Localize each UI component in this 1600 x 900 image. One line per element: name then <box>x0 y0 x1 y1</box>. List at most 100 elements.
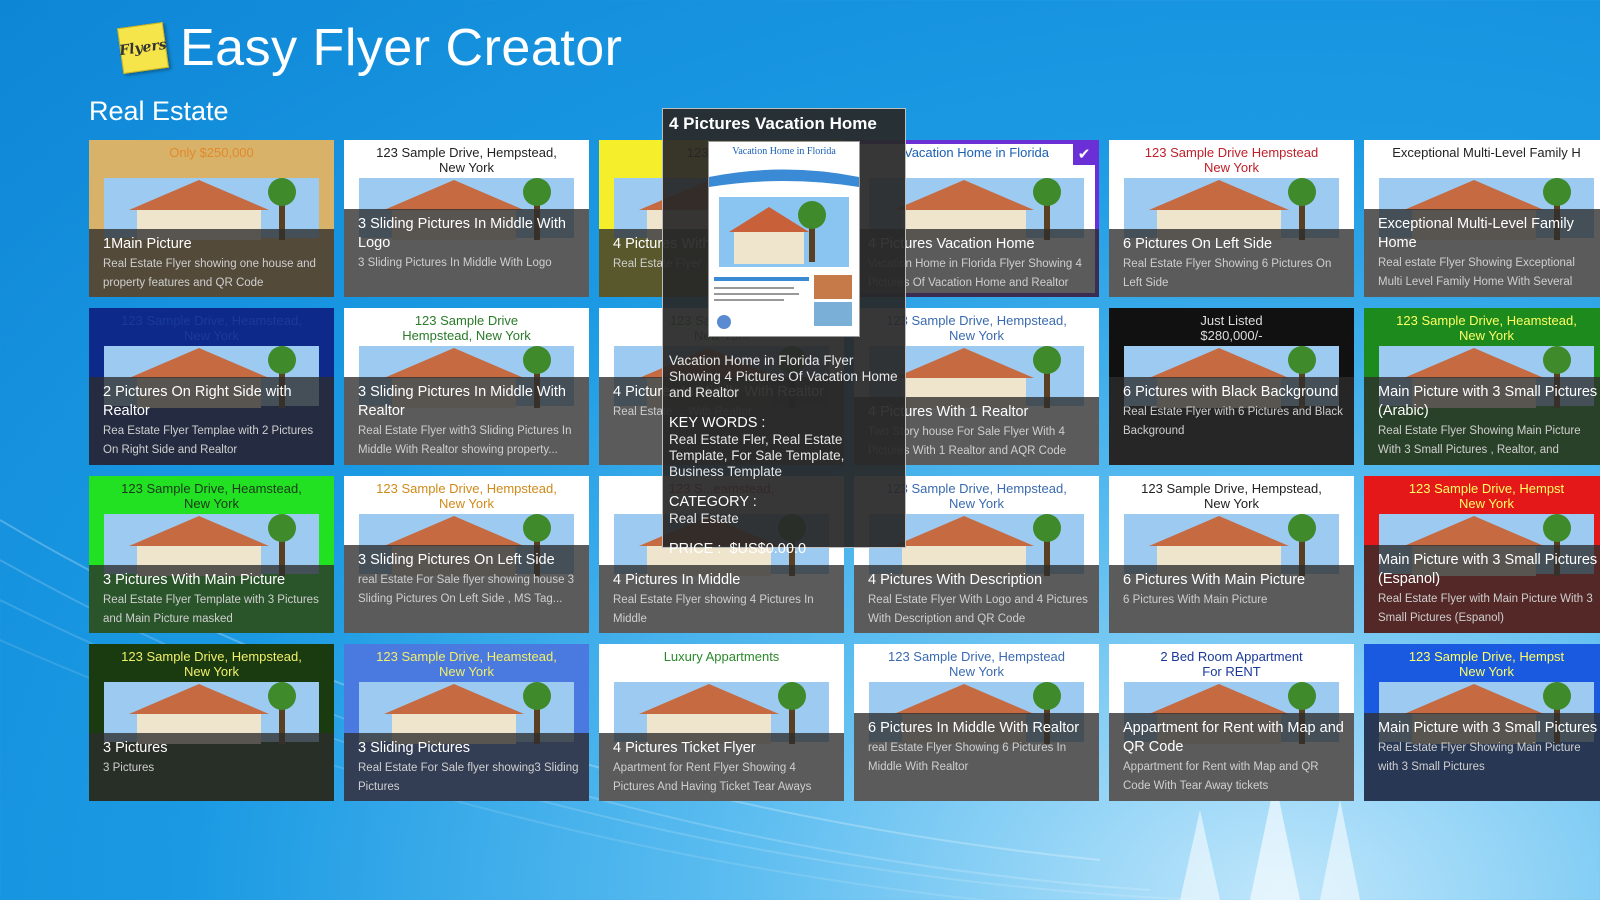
tile-title: Main Picture with 3 Small Pictures (Espa… <box>1378 552 1598 587</box>
tile-description: real Estate Flyer Showing 6 Pictures In … <box>868 742 1067 773</box>
tile-title: 3 Sliding Pictures In Middle With Realto… <box>358 384 566 419</box>
tile-description: Appartment for Rent with Map and QR Code… <box>1123 761 1319 792</box>
tile-title: 3 Pictures With Main Picture <box>103 572 286 588</box>
tooltip-category-label: CATEGORY : <box>669 494 757 510</box>
tile-description: 3 Sliding Pictures In Middle With Logo <box>358 257 552 269</box>
flyer-template-tile[interactable]: Luxury Appartments 4 Pictures Ticket Flye… <box>599 644 844 801</box>
flyer-template-tile[interactable]: 123 Sample Drive, Heamstead, New York 3 P… <box>89 476 334 633</box>
flyer-template-tile[interactable]: 123 Sample Drive, Heamstead, New York Mai… <box>1364 308 1600 465</box>
tile-title: 3 Pictures <box>103 740 168 756</box>
tile-caption: 4 Pictures Ticket Flyer Apartment for Ren… <box>599 733 844 801</box>
tile-description: real Estate For Sale flyer showing house… <box>358 574 575 605</box>
tile-description: Apartment for Rent Flyer Showing 4 Pictu… <box>613 762 812 793</box>
tile-title: Appartment for Rent with Map and QR Code <box>1123 720 1344 755</box>
tile-description: Real Estate Flyer with 6 Pictures and Bl… <box>1123 406 1343 437</box>
tile-description: 6 Pictures With Main Picture <box>1123 594 1268 606</box>
flyer-template-tile[interactable]: 123 Sample Drive, Hempst New York Main Pi… <box>1364 644 1600 801</box>
template-tooltip: 4 Pictures Vacation Home Vacation Home i… <box>662 108 906 557</box>
tile-title: 3 Sliding Pictures On Left Side <box>358 552 555 568</box>
tile-title: 4 Pictures With Description <box>868 572 1043 588</box>
tile-title: 3 Sliding Pictures In Middle With Logo <box>358 216 566 251</box>
tile-caption: 4 Pictures With Description Real Estate F… <box>854 565 1099 633</box>
tooltip-price: PRICE : $US$0.00.0 <box>669 541 899 557</box>
tile-caption: 1Main Picture Real Estate Flyer showing o… <box>89 229 334 297</box>
logo-text: Flyers <box>118 36 168 60</box>
tile-description: 3 Pictures <box>103 762 155 774</box>
flyer-template-tile[interactable]: 123 Sample Drive Hempstead New York 6 Pic… <box>1109 140 1354 297</box>
tile-title: 6 Pictures In Middle With Realtor <box>868 720 1080 736</box>
tile-caption: Main Picture with 3 Small Pictures Real E… <box>1364 713 1600 801</box>
flyer-template-tile[interactable]: Only $250,000 1Main Picture Real Estate Fl… <box>89 140 334 297</box>
flyer-heading: Luxury Appartments <box>663 649 780 664</box>
section-title[interactable]: Real Estate <box>89 96 229 127</box>
tile-description: Real Estate Flyer showing one house and … <box>103 258 316 289</box>
flyer-heading: 123 Sample Drive, Hempstead, New York <box>376 145 557 175</box>
flyer-template-tile[interactable]: 123 Sample Drive, Hempstead, New York 3 S… <box>344 140 589 297</box>
selected-check-icon: ✔ <box>1073 143 1095 165</box>
tooltip-description: Vacation Home in Florida Flyer Showing 4… <box>669 353 898 400</box>
tile-title: Exceptional Multi-Level Family Home <box>1378 216 1574 251</box>
tile-title: 6 Pictures with Black Background <box>1123 384 1339 400</box>
tile-title: 6 Pictures On Left Side <box>1123 236 1273 252</box>
flyer-heading: 123 Sample Drive Hempstead New York <box>1144 145 1319 175</box>
tile-description: Real Estate Flyer With Logo and 4 Pictur… <box>868 594 1088 625</box>
flyer-heading: 123 Sample Drive, Hempst New York <box>1408 481 1565 511</box>
tile-title: 1Main Picture <box>103 236 192 252</box>
flyer-template-tile[interactable]: Just Listed $280,000/- 6 Pictures with Bl… <box>1109 308 1354 465</box>
tile-caption: Main Picture with 3 Small Pictures (Arab… <box>1364 377 1600 465</box>
tile-caption: 6 Pictures with Black Background Real Est… <box>1109 377 1354 465</box>
flyer-template-tile[interactable]: Exceptional Multi-Level Family H Exceptio… <box>1364 140 1600 297</box>
tile-caption: Exceptional Multi-Level Family Home Real … <box>1364 209 1600 297</box>
flyer-heading: 123 Sample Drive, Hempstead New York <box>887 649 1066 679</box>
tile-title: Main Picture with 3 Small Pictures (Arab… <box>1378 384 1598 419</box>
flyer-heading: Just Listed $280,000/- <box>1200 313 1263 343</box>
flyer-template-tile[interactable]: 123 Sample Drive, Hempst New York Main Pi… <box>1364 476 1600 633</box>
flyer-heading: Only $250,000 <box>169 145 254 160</box>
tooltip-price-label: PRICE : <box>669 541 722 557</box>
tooltip-thumbnail: Vacation Home in Florida <box>708 141 860 337</box>
tooltip-price-value: $US$0.00.0 <box>729 541 807 557</box>
flyer-template-tile[interactable]: 123 Sample Drive, Hempstead, New York 3 S… <box>344 476 589 633</box>
tile-title: Main Picture with 3 Small Pictures <box>1378 720 1598 736</box>
flyer-template-tile[interactable]: 123 Sample Drive, Hempstead, New York 3 P… <box>89 644 334 801</box>
tooltip-category: Real Estate <box>669 511 739 526</box>
tile-description: Real Estate Flyer with3 Sliding Pictures… <box>358 425 572 456</box>
tooltip-title: 4 Pictures Vacation Home <box>669 114 877 133</box>
flyer-template-tile[interactable]: 123 Sample Drive, Heamstead, New York 3 S… <box>344 644 589 801</box>
flyer-template-tile[interactable]: 123 Sample Drive Hempstead, New York 3 Sl… <box>344 308 589 465</box>
tile-caption: 2 Pictures On Right Side with Realtor Rea… <box>89 377 334 465</box>
tile-caption: 3 Pictures With Main Picture Real Estate … <box>89 565 334 633</box>
tile-title: 4 Pictures In Middle <box>613 572 741 588</box>
tile-description: Real Estate For Sale flyer showing3 Slid… <box>358 762 579 793</box>
flyers-logo-icon: Flyers <box>117 22 169 74</box>
app-header: Flyers Easy Flyer Creator <box>117 18 623 78</box>
flyer-heading: 123 Sample Drive, Heamstead, New York <box>376 649 557 679</box>
tile-description: Real Estate Flyer Template with 3 Pictur… <box>103 594 319 625</box>
tile-caption: Appartment for Rent with Map and QR Code… <box>1109 713 1354 801</box>
tile-description: Real Estate Flyer Showing Main Picture W… <box>1378 425 1581 456</box>
flyer-heading: 123 Sample Drive Hempstead, New York <box>402 313 531 343</box>
tooltip-thumbnail-heading: Vacation Home in Florida <box>732 146 836 157</box>
tooltip-house-image <box>709 169 859 329</box>
tile-caption: Main Picture with 3 Small Pictures (Espa… <box>1364 545 1600 633</box>
flyer-template-tile[interactable]: 123 Sample Drive, Hempstead, New York 6 P… <box>1109 476 1354 633</box>
flyer-heading: 2 Bed Room Appartment For RENT <box>1160 649 1303 679</box>
flyer-template-tile[interactable]: 123 Sample Drive, Heamstead, New York 2 P… <box>89 308 334 465</box>
tile-description: Rea Estate Flyer Templae with 2 Pictures… <box>103 425 314 456</box>
tile-description: Real Estate Flyer Showing 6 Pictures On … <box>1123 258 1332 289</box>
tile-caption: 3 Pictures 3 Pictures <box>89 733 334 801</box>
tile-title: 4 Pictures Ticket Flyer <box>613 740 756 756</box>
tile-caption: 3 Sliding Pictures Real Estate For Sale f… <box>344 733 589 801</box>
tile-caption: 6 Pictures On Left Side Real Estate Flyer… <box>1109 229 1354 297</box>
tile-caption: 4 Pictures In Middle Real Estate Flyer sh… <box>599 565 844 633</box>
tile-description: Real Estate Flyer Showing Main Picture w… <box>1378 742 1581 773</box>
flyer-template-tile[interactable]: 2 Bed Room Appartment For RENT Appartment… <box>1109 644 1354 801</box>
tooltip-keywords-label: KEY WORDS : <box>669 415 766 431</box>
flyer-heading: 123 Sample Drive, Hempstead, New York <box>376 481 557 511</box>
tile-caption: 3 Sliding Pictures In Middle With Realto… <box>344 377 589 465</box>
flyer-heading: 123 Sample Drive, Heamstead, New York <box>1396 313 1577 343</box>
tile-caption: 6 Pictures With Main Picture 6 Pictures W… <box>1109 565 1354 633</box>
app-title: Easy Flyer Creator <box>180 19 623 77</box>
tile-caption: 3 Sliding Pictures On Left Side real Esta… <box>344 545 589 633</box>
flyer-template-tile[interactable]: 123 Sample Drive, Hempstead New York 6 Pi… <box>854 644 1099 801</box>
